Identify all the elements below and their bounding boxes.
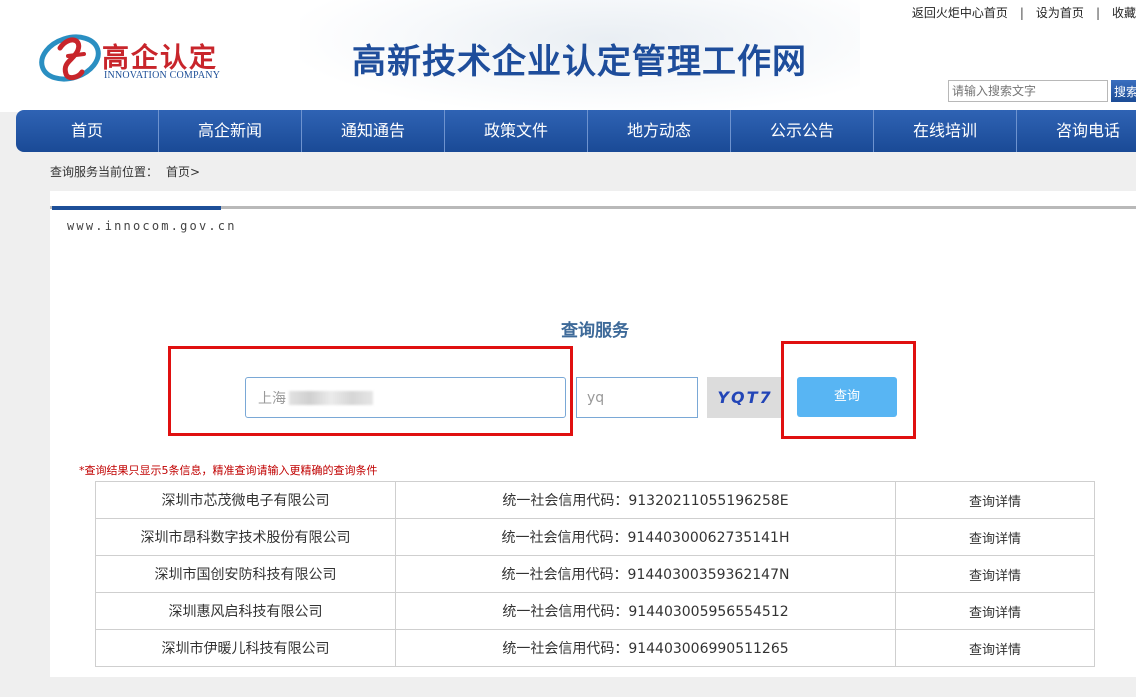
breadcrumb-label: 查询服务当前位置：: [50, 165, 159, 179]
company-name-cell: 深圳市芯茂微电子有限公司: [95, 481, 396, 519]
credit-code-label: 统一社会信用代码：: [501, 567, 628, 583]
table-row: 深圳惠风启科技有限公司 统一社会信用代码：914403005956554512 查询…: [95, 592, 1095, 630]
site-title: 高新技术企业认定管理工作网: [352, 42, 807, 82]
detail-link[interactable]: 查询详情: [895, 592, 1095, 630]
credit-code-cell: 统一社会信用代码：91440300062735141H: [395, 518, 896, 556]
credit-code-cell: 统一社会信用代码：91320211055196258E: [395, 481, 896, 519]
nav-item-policies[interactable]: 政策文件: [445, 110, 588, 152]
credit-code-label: 统一社会信用代码：: [502, 493, 629, 509]
nav-item-hotline[interactable]: 咨询电话: [1017, 110, 1136, 152]
captcha-input-value: yq: [587, 389, 605, 406]
nav-item-training[interactable]: 在线培训: [874, 110, 1017, 152]
table-row: 深圳市国创安防科技有限公司 统一社会信用代码：91440300359362147N…: [95, 555, 1095, 593]
query-panel: www.innocom.gov.cn 查询服务 上海 yq YQT7 查询 *查…: [50, 191, 1136, 677]
credit-code-cell: 统一社会信用代码：91440300359362147N: [395, 555, 896, 593]
link-bookmark[interactable]: 收藏: [1112, 6, 1136, 20]
nav-item-home[interactable]: 首页: [16, 110, 159, 152]
main-nav: 首页 高企新闻 通知通告 政策文件 地方动态 公示公告 在线培训 咨询电话: [16, 110, 1136, 152]
panel-tab-line: [50, 206, 1136, 210]
nav-item-local-news[interactable]: 地方动态: [588, 110, 731, 152]
table-row: 深圳市芯茂微电子有限公司 统一社会信用代码：91320211055196258E 查…: [95, 481, 1095, 519]
credit-code-label: 统一社会信用代码：: [502, 641, 629, 657]
credit-code-value: 91440300359362147N: [627, 567, 790, 583]
credit-code-label: 统一社会信用代码：: [501, 530, 628, 546]
credit-code-cell: 统一社会信用代码：914403006990511265: [395, 629, 896, 667]
detail-link[interactable]: 查询详情: [895, 518, 1095, 556]
result-notice: *查询结果只显示5条信息，精准查询请输入更精确的查询条件: [79, 464, 378, 477]
detail-link[interactable]: 查询详情: [895, 629, 1095, 667]
top-links-divider: |: [1019, 6, 1024, 20]
site-logo[interactable]: 高企认定 INNOVATION COMPANY: [38, 26, 228, 90]
table-row: 深圳市昂科数字技术股份有限公司 统一社会信用代码：9144030006273514…: [95, 518, 1095, 556]
breadcrumb-home-link[interactable]: 首页>: [166, 165, 200, 179]
credit-code-value: 91440300062735141H: [627, 530, 790, 546]
nav-item-announcements[interactable]: 公示公告: [731, 110, 874, 152]
credit-code-cell: 统一社会信用代码：914403005956554512: [395, 592, 896, 630]
site-search-button[interactable]: 搜索: [1111, 80, 1136, 102]
link-torch-home[interactable]: 返回火炬中心首页: [912, 6, 1008, 20]
credit-code-value: 914403006990511265: [628, 641, 789, 657]
nav-item-news[interactable]: 高企新闻: [159, 110, 302, 152]
company-name-cell: 深圳市伊暖儿科技有限公司: [95, 629, 396, 667]
company-name-cell: 深圳市国创安防科技有限公司: [95, 555, 396, 593]
top-links: 返回火炬中心首页 | 设为首页 | 收藏: [912, 4, 1136, 21]
site-search-input[interactable]: [948, 80, 1108, 102]
credit-code-label: 统一社会信用代码：: [502, 604, 629, 620]
site-url: www.innocom.gov.cn: [67, 219, 237, 233]
highlight-box-input: [168, 346, 573, 436]
captcha-input[interactable]: yq: [576, 377, 698, 418]
breadcrumb: 查询服务当前位置： 首页>: [50, 163, 200, 180]
detail-link[interactable]: 查询详情: [895, 555, 1095, 593]
captcha-image[interactable]: YQT7: [707, 377, 783, 418]
link-set-homepage[interactable]: 设为首页: [1036, 6, 1084, 20]
credit-code-value: 91320211055196258E: [628, 493, 789, 509]
top-links-divider: |: [1095, 6, 1100, 20]
credit-code-value: 914403005956554512: [628, 604, 789, 620]
service-title: 查询服务: [561, 321, 629, 341]
logo-icon: [39, 34, 101, 82]
panel-tab-active-indicator: [52, 206, 221, 210]
company-name-cell: 深圳市昂科数字技术股份有限公司: [95, 518, 396, 556]
company-name-cell: 深圳惠风启科技有限公司: [95, 592, 396, 630]
results-table: 深圳市芯茂微电子有限公司 统一社会信用代码：91320211055196258E 查…: [95, 481, 1095, 667]
logo-text-en: INNOVATION COMPANY: [104, 70, 221, 81]
highlight-box-button: [781, 341, 916, 439]
detail-link[interactable]: 查询详情: [895, 481, 1095, 519]
nav-item-notices[interactable]: 通知通告: [302, 110, 445, 152]
table-row: 深圳市伊暖儿科技有限公司 统一社会信用代码：914403006990511265 查…: [95, 629, 1095, 667]
site-header: 高企认定 INNOVATION COMPANY 高新技术企业认定管理工作网 返回…: [0, 0, 1136, 112]
